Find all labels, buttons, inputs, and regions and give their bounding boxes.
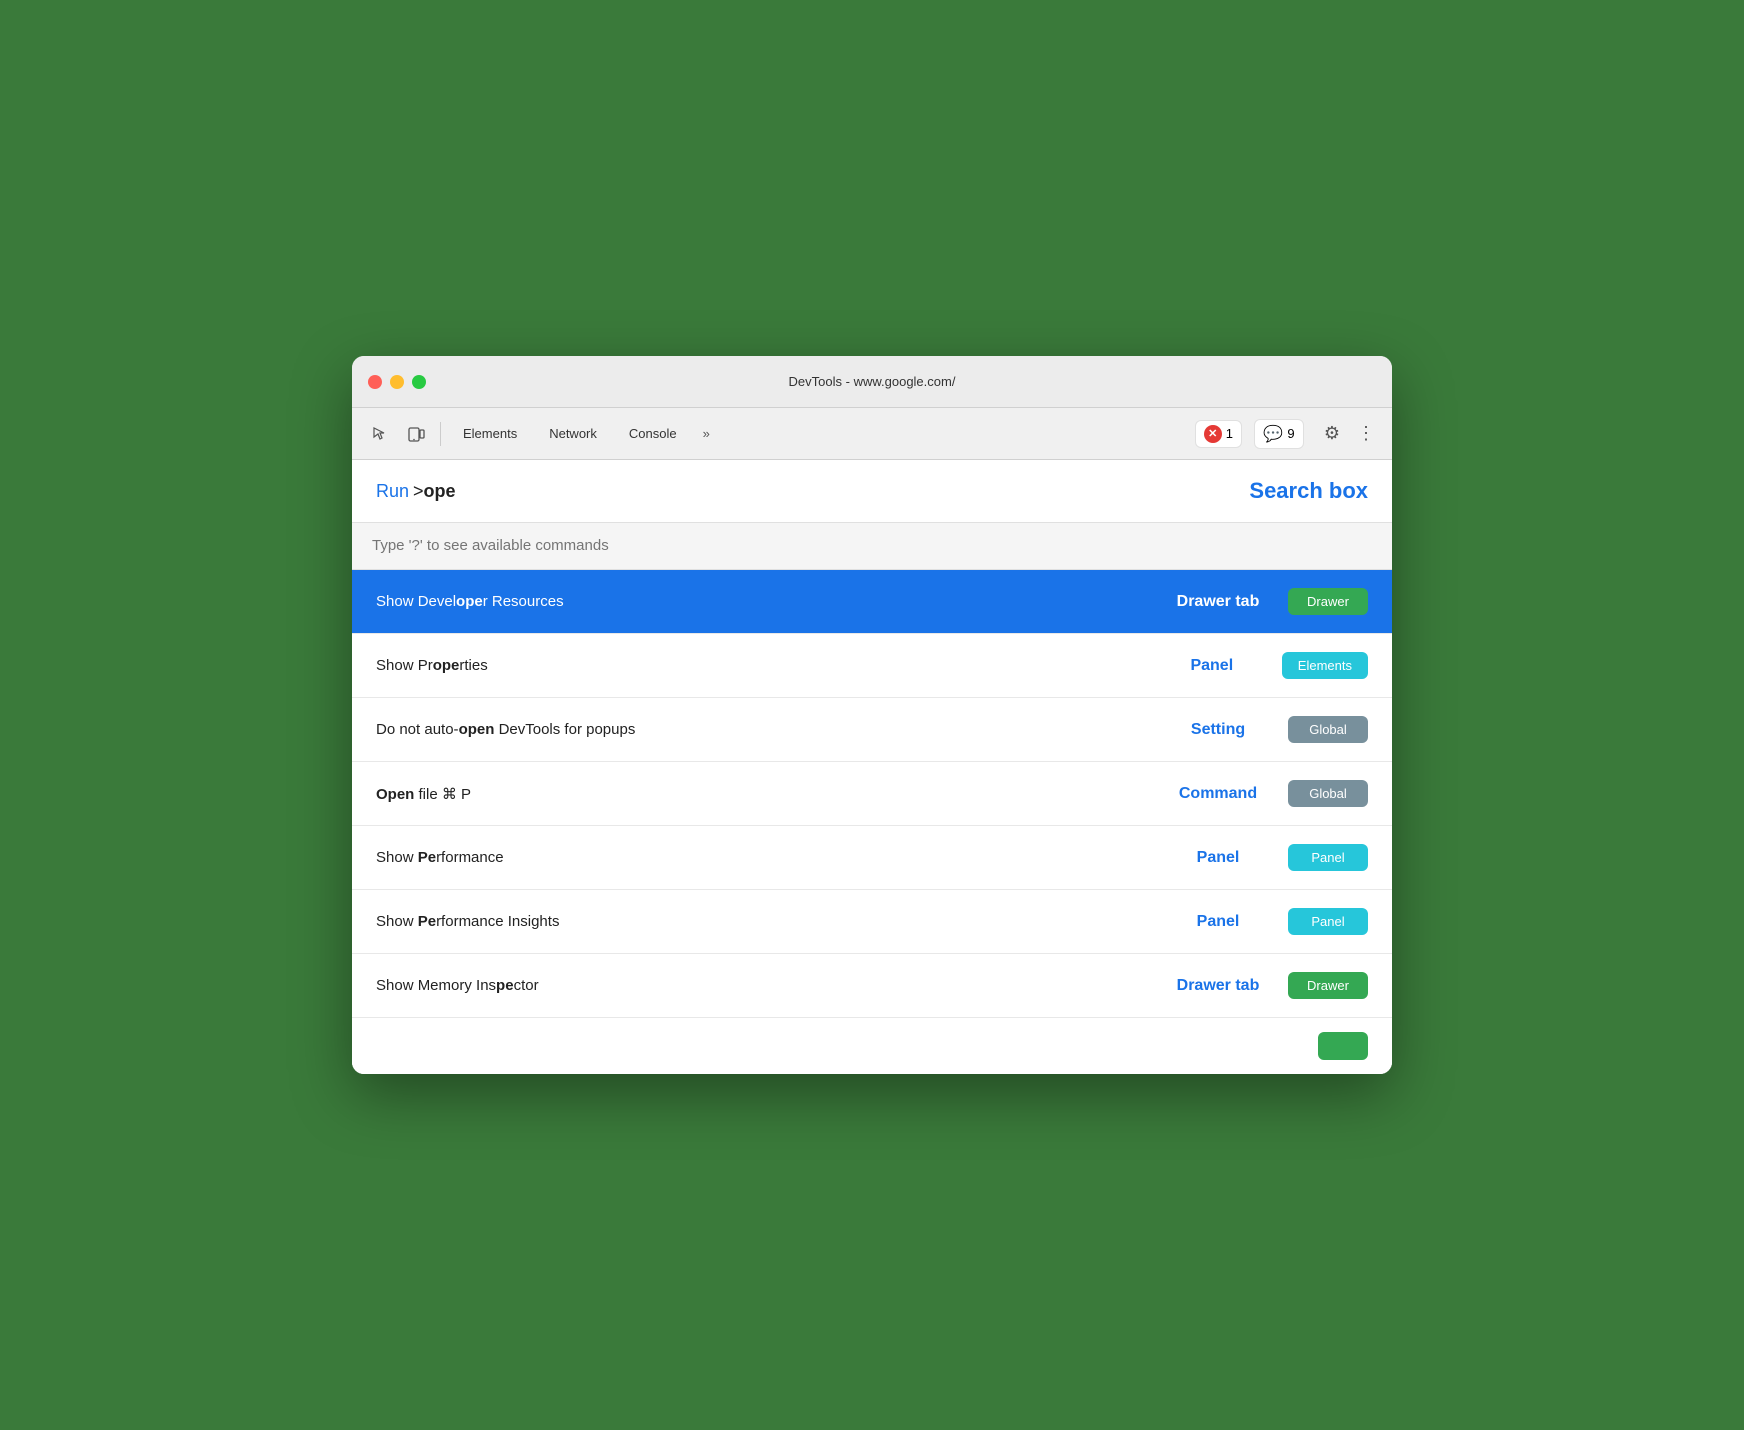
title-bar: DevTools - www.google.com/ <box>352 356 1392 408</box>
cmd-result-type-label: Panel <box>1142 657 1282 675</box>
cmd-result-badge[interactable]: Drawer <box>1288 588 1368 615</box>
cmd-result-name: Open file ⌘ P <box>376 785 1148 803</box>
error-icon: ✕ <box>1204 425 1222 443</box>
maximize-button[interactable] <box>412 375 426 389</box>
cmd-result-row[interactable]: Open file ⌘ PCommandGlobal <box>352 762 1392 826</box>
cmd-result-type-label: Setting <box>1148 721 1288 739</box>
cmd-search-area <box>352 523 1392 570</box>
toolbar-divider <box>440 422 441 446</box>
more-options-button[interactable]: ⋮ <box>1352 420 1380 448</box>
cmd-result-badge[interactable]: Drawer <box>1288 972 1368 999</box>
run-label: Run <box>376 481 409 502</box>
message-icon: 💬 <box>1263 424 1283 444</box>
close-button[interactable] <box>368 375 382 389</box>
cmd-search-input[interactable] <box>372 537 1372 554</box>
cmd-result-row[interactable]: Show PropertiesPanelElements <box>352 634 1392 698</box>
cmd-result-badge[interactable]: Panel <box>1288 908 1368 935</box>
minimize-button[interactable] <box>390 375 404 389</box>
message-count: 9 <box>1287 426 1294 441</box>
cmd-result-name: Show Properties <box>376 657 1142 674</box>
more-tabs-button[interactable]: » <box>695 420 718 447</box>
toolbar: Elements Network Console » ✕ 1 💬 9 ⚙ ⋮ <box>352 408 1392 460</box>
cmd-result-type-label: Panel <box>1148 849 1288 867</box>
window-title: DevTools - www.google.com/ <box>789 374 956 389</box>
cmd-result-name: Show Performance <box>376 849 1148 866</box>
cmd-result-name: Show Memory Inspector <box>376 977 1148 994</box>
cmd-result-name: Show Developer Resources <box>376 593 1148 610</box>
error-badge[interactable]: ✕ 1 <box>1195 420 1242 448</box>
cmd-result-name: Do not auto-open DevTools for popups <box>376 721 1148 738</box>
traffic-lights <box>368 375 426 389</box>
settings-button[interactable]: ⚙ <box>1316 418 1348 450</box>
cmd-result-row[interactable]: Show Memory InspectorDrawer tabDrawer <box>352 954 1392 1018</box>
tab-console[interactable]: Console <box>615 420 691 447</box>
search-box-label: Search box <box>1249 478 1368 504</box>
error-count: 1 <box>1226 426 1233 441</box>
cmd-result-row[interactable]: Show PerformancePanelPanel <box>352 826 1392 890</box>
partial-badge <box>1318 1032 1368 1060</box>
cmd-result-type-label: Drawer tab <box>1148 593 1288 611</box>
cmd-result-badge[interactable]: Global <box>1288 780 1368 807</box>
cmd-result-row[interactable]: Do not auto-open DevTools for popupsSett… <box>352 698 1392 762</box>
inspect-element-button[interactable] <box>364 418 396 450</box>
tab-elements[interactable]: Elements <box>449 420 531 447</box>
cmd-results-list: Show Developer ResourcesDrawer tabDrawer… <box>352 570 1392 1074</box>
cmd-result-name: Show Performance Insights <box>376 913 1148 930</box>
cmd-header: Run >ope Search box <box>352 460 1392 523</box>
device-toolbar-button[interactable] <box>400 418 432 450</box>
tab-network[interactable]: Network <box>535 420 611 447</box>
devtools-window: DevTools - www.google.com/ Elements Netw… <box>352 356 1392 1074</box>
cmd-result-badge[interactable]: Elements <box>1282 652 1368 679</box>
cmd-result-badge[interactable]: Global <box>1288 716 1368 743</box>
cmd-result-type-label: Panel <box>1148 913 1288 931</box>
cmd-partial-row <box>352 1018 1392 1074</box>
cmd-result-row[interactable]: Show Developer ResourcesDrawer tabDrawer <box>352 570 1392 634</box>
cmd-result-type-label: Drawer tab <box>1148 977 1288 995</box>
cmd-query: >ope <box>413 481 456 502</box>
command-palette: Run >ope Search box Show Developer Resou… <box>352 460 1392 1074</box>
cmd-query-bold: ope <box>424 481 456 501</box>
cmd-result-type-label: Command <box>1148 785 1288 803</box>
message-badge[interactable]: 💬 9 <box>1254 419 1303 449</box>
cmd-result-row[interactable]: Show Performance InsightsPanelPanel <box>352 890 1392 954</box>
cmd-result-badge[interactable]: Panel <box>1288 844 1368 871</box>
